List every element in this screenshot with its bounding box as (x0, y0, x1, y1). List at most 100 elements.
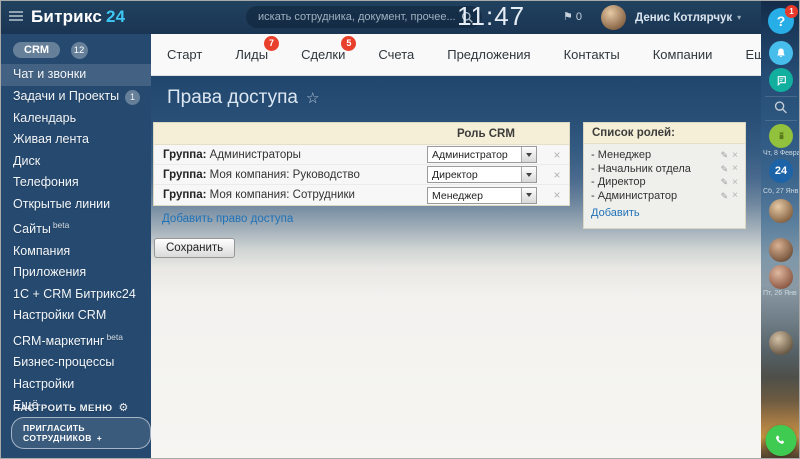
crm-nav-bar: Старт Лиды7 Сделки5 Счета Предложения Ко… (151, 34, 761, 76)
table-row: Группа: Моя компания: Руководство Директ… (154, 165, 569, 185)
app-logo[interactable]: Битрикс24 (31, 7, 125, 27)
recent-contact-avatar[interactable] (769, 238, 793, 262)
page-title: Права доступа (167, 87, 298, 109)
recent-contact-avatar[interactable] (769, 199, 793, 223)
edit-role-icon[interactable]: ✎ (721, 190, 729, 204)
tasks-counter-badge: 1 (125, 90, 140, 105)
chevron-down-icon: ▾ (737, 13, 741, 22)
beta-label: beta (106, 332, 123, 342)
invite-employees-button[interactable]: ПРИГЛАСИТЬ СОТРУДНИКОВ+ (11, 417, 151, 449)
access-rights-table: Роль CRM Группа: Администраторы Админист… (153, 122, 570, 206)
group-name: Группа: Моя компания: Руководство (154, 169, 427, 181)
sidebar-item-calendar[interactable]: Календарь (1, 108, 151, 130)
search-icon[interactable] (774, 100, 789, 120)
edit-role-icon[interactable]: ✎ (721, 163, 729, 177)
leads-counter-badge: 7 (264, 36, 279, 51)
sidebar-item-disk[interactable]: Диск (1, 151, 151, 173)
delete-role-icon[interactable]: × (732, 164, 738, 174)
calendar-date-label: Пт, 26 Янв (761, 290, 800, 297)
help-counter-badge: 1 (785, 5, 798, 18)
bitrix24-day-badge[interactable]: 24 (769, 159, 793, 183)
sidebar-item-settings[interactable]: Настройки (1, 374, 151, 396)
list-item-role: - Менеджер✎× (591, 149, 738, 163)
market-robot-icon[interactable] (769, 124, 793, 148)
group-name: Группа: Администраторы (154, 149, 427, 161)
tab-leads[interactable]: Лиды7 (235, 47, 268, 62)
sidebar-item-crm-marketing[interactable]: CRM-маркетингbeta (1, 327, 151, 353)
hamburger-menu-icon[interactable] (9, 9, 23, 23)
add-role-link[interactable]: Добавить (591, 207, 640, 219)
favorite-star-icon[interactable]: ☆ (306, 89, 319, 107)
delete-role-icon[interactable]: × (732, 191, 738, 201)
list-item-role: - Начальник отдела✎× (591, 163, 738, 177)
configure-menu-button[interactable]: НАСТРОИТЬ МЕНЮ⚙ (13, 401, 129, 414)
recent-contact-avatar[interactable] (769, 306, 793, 330)
delete-role-icon[interactable]: × (732, 178, 738, 188)
crm-counter-badge[interactable]: 12 (71, 42, 88, 59)
sidebar-item-sites[interactable]: Сайтыbeta (1, 215, 151, 241)
table-row: Группа: Моя компания: Сотрудники Менедже… (154, 185, 569, 205)
select-dropdown-button[interactable] (521, 188, 536, 203)
select-dropdown-button[interactable] (521, 167, 536, 182)
delete-role-icon[interactable]: × (732, 151, 738, 161)
sidebar-item-company[interactable]: Компания (1, 241, 151, 263)
clock[interactable]: 11:47 (457, 1, 525, 32)
page-header: Права доступа ☆ (151, 76, 761, 119)
crm-pill-button[interactable]: CRM (13, 42, 60, 58)
tab-contacts[interactable]: Контакты (564, 47, 620, 62)
user-avatar[interactable] (601, 5, 626, 30)
search-input[interactable] (258, 11, 461, 23)
select-dropdown-button[interactable] (521, 147, 536, 162)
gear-icon: ⚙ (119, 402, 129, 414)
role-name: Администратор (598, 190, 677, 204)
role-select[interactable]: Директор (427, 166, 537, 183)
notifications-bell-icon[interactable] (769, 41, 793, 65)
sidebar: CRM 12 Чат и звонки Задачи и Проекты1 Ка… (1, 34, 151, 459)
tab-invoices[interactable]: Счета (378, 47, 414, 62)
sidebar-item-business-processes[interactable]: Бизнес-процессы (1, 352, 151, 374)
sidebar-item-telephony[interactable]: Телефония (1, 172, 151, 194)
save-button[interactable]: Сохранить (154, 238, 235, 258)
tab-quotes[interactable]: Предложения (447, 47, 530, 62)
tab-deals[interactable]: Сделки5 (301, 47, 345, 62)
sidebar-item-crm-settings[interactable]: Настройки CRM (1, 305, 151, 327)
table-row: Группа: Администраторы Администратор × (154, 145, 569, 165)
sidebar-item-feed[interactable]: Живая лента (1, 129, 151, 151)
main-area: Старт Лиды7 Сделки5 Счета Предложения Ко… (151, 34, 761, 459)
beta-label: beta (53, 220, 70, 230)
user-name: Денис Котлярчук (635, 12, 732, 24)
delete-row-icon[interactable]: × (553, 188, 560, 202)
role-select[interactable]: Менеджер (427, 187, 537, 204)
logo-text: Битрикс (31, 7, 102, 26)
sidebar-item-1c-crm[interactable]: 1С + CRM Битрикс24 (1, 284, 151, 306)
sidebar-item-open-lines[interactable]: Открытые линии (1, 194, 151, 216)
recent-contact-avatar[interactable] (769, 331, 793, 355)
flag-count: 0 (576, 11, 582, 23)
add-access-right-link[interactable]: Добавить право доступа (162, 213, 293, 225)
role-name: Менеджер (598, 149, 651, 163)
sidebar-item-tasks[interactable]: Задачи и Проекты1 (1, 86, 151, 108)
phone-call-button[interactable] (766, 425, 797, 456)
bitrix24-app-window: Битрикс24 11:47 ⚑0 Денис Котлярчук ▾ CRM… (0, 0, 800, 459)
roles-list-panel: Список ролей: - Менеджер✎× - Начальник о… (583, 122, 746, 229)
chat-icon[interactable] (769, 68, 793, 92)
flag-counter[interactable]: ⚑0 (563, 10, 582, 23)
global-search[interactable] (246, 6, 482, 28)
edit-role-icon[interactable]: ✎ (721, 176, 729, 190)
tab-start[interactable]: Старт (167, 47, 202, 62)
delete-row-icon[interactable]: × (553, 168, 560, 182)
edit-role-icon[interactable]: ✎ (721, 149, 729, 163)
deals-counter-badge: 5 (341, 36, 356, 51)
list-item-role: - Директор✎× (591, 176, 738, 190)
plus-icon: + (97, 433, 102, 443)
calendar-date-label: Чт, 8 Февра (761, 150, 800, 157)
tab-companies[interactable]: Компании (653, 47, 713, 62)
flag-icon: ⚑ (563, 11, 573, 23)
delete-row-icon[interactable]: × (553, 148, 560, 162)
role-select[interactable]: Администратор (427, 146, 537, 163)
user-menu[interactable]: Денис Котлярчук ▾ (601, 5, 741, 30)
recent-contact-avatar[interactable] (769, 265, 793, 289)
sidebar-item-apps[interactable]: Приложения (1, 262, 151, 284)
sidebar-item-chat[interactable]: Чат и звонки (1, 64, 151, 86)
help-button[interactable]: ? 1 (768, 8, 794, 34)
